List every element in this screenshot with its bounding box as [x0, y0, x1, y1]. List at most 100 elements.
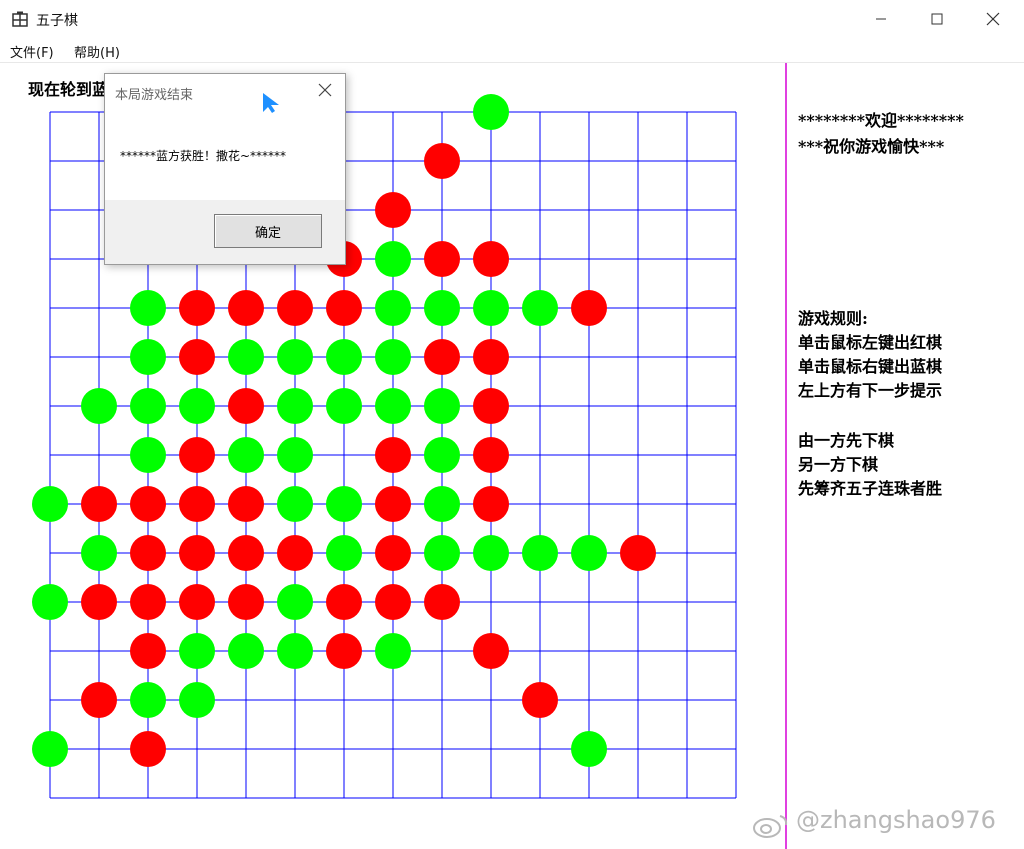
red-stone [179, 584, 215, 620]
red-stone [228, 486, 264, 522]
red-stone [473, 633, 509, 669]
green-stone [375, 339, 411, 375]
green-stone [130, 339, 166, 375]
green-stone [375, 633, 411, 669]
mouse-cursor-icon [263, 93, 279, 113]
green-stone [277, 388, 313, 424]
green-stone [424, 290, 460, 326]
red-stone [473, 339, 509, 375]
red-stone [179, 339, 215, 375]
green-stone [32, 584, 68, 620]
red-stone [326, 633, 362, 669]
red-stone [424, 241, 460, 277]
rules-line-4: 由一方先下棋 [798, 431, 895, 450]
ok-button[interactable]: 确定 [214, 214, 322, 248]
red-stone [473, 437, 509, 473]
green-stone [424, 437, 460, 473]
red-stone [130, 633, 166, 669]
rules-line-6: 先筹齐五子连珠者胜 [798, 479, 943, 498]
green-stone [228, 339, 264, 375]
watermark-text: @zhangshao976 [796, 806, 996, 834]
green-stone [424, 486, 460, 522]
green-stone [130, 388, 166, 424]
green-stone [375, 241, 411, 277]
red-stone [424, 143, 460, 179]
rules-line-3: 左上方有下一步提示 [798, 381, 943, 400]
green-stone [424, 535, 460, 571]
green-stone [375, 388, 411, 424]
green-stone [228, 437, 264, 473]
red-stone [81, 486, 117, 522]
red-stone [473, 486, 509, 522]
green-stone [130, 682, 166, 718]
green-stone [277, 584, 313, 620]
panel-divider [785, 63, 787, 849]
green-stone [130, 290, 166, 326]
green-stone [571, 535, 607, 571]
rules-line-1: 单击鼠标左键出红棋 [798, 333, 943, 352]
red-stone [130, 731, 166, 767]
green-stone [179, 682, 215, 718]
red-stone [375, 535, 411, 571]
red-stone [473, 241, 509, 277]
red-stone [179, 486, 215, 522]
red-stone [81, 584, 117, 620]
green-stone [473, 290, 509, 326]
red-stone [326, 290, 362, 326]
red-stone [571, 290, 607, 326]
rules-line-5: 另一方下棋 [798, 455, 879, 474]
red-stone [228, 290, 264, 326]
dialog-footer: 确定 [105, 200, 345, 264]
green-stone [326, 339, 362, 375]
dialog-close-button[interactable] [313, 80, 337, 104]
red-stone [424, 584, 460, 620]
red-stone [375, 584, 411, 620]
welcome-line-2: ***祝你游戏愉快*** [798, 137, 945, 156]
red-stone [179, 437, 215, 473]
red-stone [130, 584, 166, 620]
green-stone [571, 731, 607, 767]
green-stone [277, 633, 313, 669]
green-stone [473, 535, 509, 571]
dialog-message: ******蓝方获胜！撒花~****** [120, 149, 287, 163]
green-stone [32, 731, 68, 767]
close-icon [318, 83, 332, 97]
green-stone [130, 437, 166, 473]
green-stone [277, 339, 313, 375]
green-stone [179, 388, 215, 424]
green-stone [228, 633, 264, 669]
green-stone [522, 290, 558, 326]
red-stone [277, 535, 313, 571]
red-stone [375, 437, 411, 473]
green-stone [375, 290, 411, 326]
green-stone [326, 388, 362, 424]
red-stone [277, 290, 313, 326]
red-stone [522, 682, 558, 718]
red-stone [130, 486, 166, 522]
rules-line-2: 单击鼠标右键出蓝棋 [798, 357, 943, 376]
welcome-line-1: ********欢迎******** [798, 111, 964, 130]
red-stone [375, 486, 411, 522]
green-stone [81, 388, 117, 424]
red-stone [81, 682, 117, 718]
red-stone [179, 535, 215, 571]
green-stone [81, 535, 117, 571]
game-over-dialog: 本局游戏结束 ******蓝方获胜！撒花~****** 确定 [104, 73, 346, 265]
red-stone [424, 339, 460, 375]
red-stone [620, 535, 656, 571]
green-stone [326, 486, 362, 522]
green-stone [277, 437, 313, 473]
green-stone [179, 633, 215, 669]
green-stone [326, 535, 362, 571]
red-stone [228, 388, 264, 424]
red-stone [228, 584, 264, 620]
red-stone [326, 584, 362, 620]
red-stone [179, 290, 215, 326]
green-stone [277, 486, 313, 522]
green-stone [473, 94, 509, 130]
green-stone [32, 486, 68, 522]
green-stone [522, 535, 558, 571]
red-stone [130, 535, 166, 571]
red-stone [228, 535, 264, 571]
weibo-icon [753, 815, 788, 838]
